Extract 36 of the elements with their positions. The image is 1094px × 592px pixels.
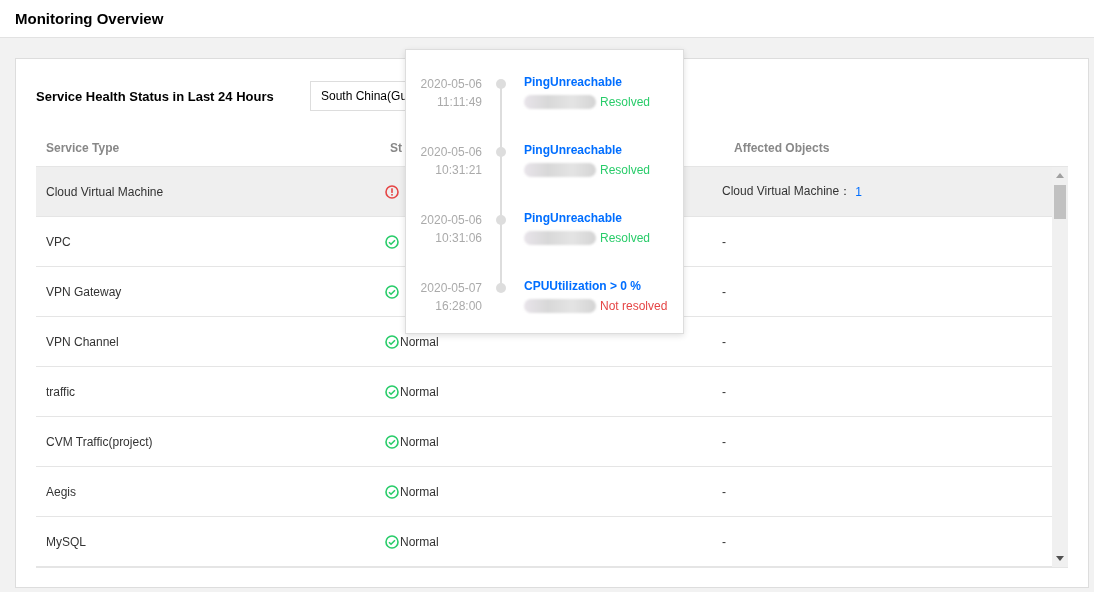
table-cell: -	[722, 484, 726, 499]
event-time: 10:31:21	[435, 162, 482, 179]
section-title: Service Health Status in Last 24 Hours	[36, 88, 275, 104]
status-text: Normal	[400, 334, 439, 349]
table-cell-text: VPN Channel	[45, 334, 120, 349]
table-cell: -	[722, 334, 726, 349]
event-status: Resolved	[600, 95, 651, 109]
page-title: Monitoring Overview	[15, 10, 164, 27]
table-cell: -	[722, 384, 726, 399]
column-header: St	[390, 141, 402, 155]
table-cell: -	[722, 534, 726, 549]
status-text: Normal	[400, 534, 439, 549]
event-time: 16:28:00	[435, 298, 482, 315]
table-cell: -	[722, 434, 726, 449]
event-status: Resolved	[600, 231, 651, 245]
table-cell-text: CVM Traffic(project)	[45, 434, 154, 449]
table-cell: -	[722, 284, 726, 299]
table-cell: -	[722, 234, 726, 249]
event-time: 10:31:06	[435, 230, 482, 247]
event-date: 2020-05-06	[420, 144, 482, 161]
event-status: Not resolved	[600, 299, 668, 313]
status-text: Normal	[400, 484, 439, 499]
column-header: Affected Objects	[734, 141, 830, 155]
event-status: Resolved	[600, 163, 651, 177]
table-cell-text: Aegis	[45, 484, 78, 499]
table-cell-text: VPN Gateway	[45, 284, 123, 299]
event-time: 11:11:49	[437, 94, 482, 111]
status-text: Normal	[400, 384, 439, 399]
table-cell-text: MySQL	[45, 534, 87, 549]
table-cell-text: traffic	[45, 384, 77, 399]
column-header: Service Type	[46, 141, 120, 155]
table-cell-text: VPC	[45, 234, 72, 249]
event-date: 2020-05-07	[420, 280, 482, 297]
table-cell: Cloud Virtual Machine：	[722, 183, 852, 200]
status-text: Normal	[400, 434, 439, 449]
table-cell-text: Cloud Virtual Machine	[45, 184, 165, 199]
